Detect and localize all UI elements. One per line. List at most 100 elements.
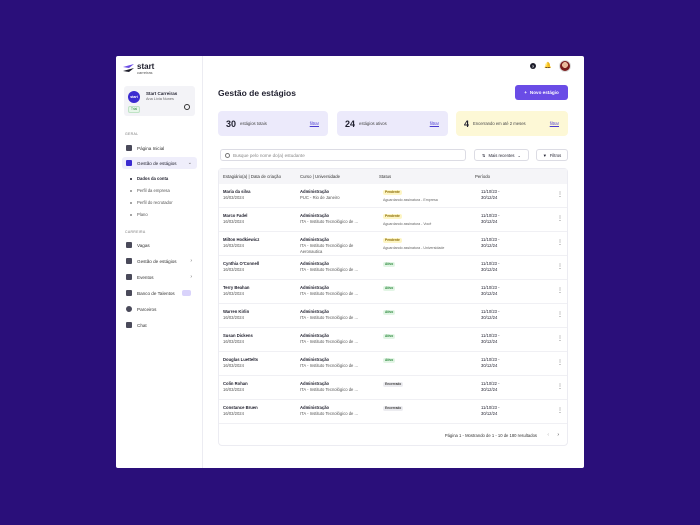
status-note: Aguardando assinatura - Empresa: [383, 198, 438, 202]
brand-logo[interactable]: start carreiras: [123, 63, 154, 75]
sort-dropdown[interactable]: ⇅ Mais recentes ⌄: [474, 149, 529, 161]
sidebar-item-jobs[interactable]: Vagas: [122, 239, 197, 251]
university-name: ITA - Instituto Tecnológico de ...: [300, 339, 359, 344]
table-row[interactable]: Milton Hodkiewicz 16/03/2024 Administração…: [219, 232, 567, 256]
more-options-icon[interactable]: ⋮: [557, 192, 563, 198]
company-name: Start Carreiras: [146, 91, 178, 96]
sidebar-item-events[interactable]: Eventos ›: [122, 271, 197, 283]
help-icon[interactable]: ?: [530, 63, 536, 69]
period-end: 30/12/24: [481, 243, 498, 248]
column-header: Estagiário(a) | Data de criação: [223, 174, 281, 179]
sidebar-item-partners[interactable]: Parceiros: [122, 303, 197, 315]
sidebar-item-label: Banco de Talentos: [137, 290, 175, 296]
period-cell: 11/10/22 -30/12/24: [481, 381, 500, 393]
bullet-icon: [130, 213, 132, 216]
university-name: ITA - Instituto Tecnológico de ...: [300, 363, 359, 368]
table-row[interactable]: Susan Dickens 16/03/2024 Administração ITA …: [219, 328, 567, 352]
more-options-icon[interactable]: ⋮: [557, 384, 563, 390]
period-end: 30/12/24: [481, 387, 498, 392]
course-cell: Administração ITA - Instituto Tecnológico…: [300, 261, 370, 273]
table-row[interactable]: Marco Fadel 16/03/2024 Administração ITA - …: [219, 208, 567, 232]
more-options-icon[interactable]: ⋮: [557, 288, 563, 294]
creation-date: 16/03/2024: [223, 243, 244, 248]
intern-cell: Colin Rohan 16/03/2024: [223, 381, 248, 393]
period-end: 30/12/24: [481, 363, 498, 368]
sidebar-item-label: Eventos: [137, 274, 154, 280]
search-input[interactable]: Busque pelo nome do(a) estudante: [220, 149, 466, 161]
period-cell: 11/10/23 -30/12/24: [481, 405, 500, 417]
filters-button[interactable]: ▼ Filtros: [536, 149, 568, 161]
table-row[interactable]: Cynthia O'Connell 16/03/2024 Administração…: [219, 256, 567, 280]
more-options-icon[interactable]: ⋮: [557, 216, 563, 222]
table-header: Estagiário(a) | Data de criação Curso | …: [219, 169, 567, 184]
table-row[interactable]: Maria da silva 16/03/2024 Administração PUC…: [219, 184, 567, 208]
sidebar-item-internship-management[interactable]: Gestão de estágios ›: [122, 255, 197, 267]
sidebar-subitem-account-data[interactable]: Dados da conta: [130, 176, 168, 181]
company-card[interactable]: start Start Carreiras Ana Lívia Nunes Tr…: [124, 86, 195, 116]
switch-account-icon[interactable]: [184, 104, 190, 110]
stat-filter-link[interactable]: filtrar: [430, 121, 439, 126]
intern-cell: Cynthia O'Connell 16/03/2024: [223, 261, 259, 273]
bullet-icon: [130, 177, 132, 180]
sidebar-item-talent-bank[interactable]: Banco de Talentos: [122, 287, 197, 299]
user-avatar[interactable]: [559, 60, 571, 72]
bell-icon[interactable]: 🔔: [544, 63, 551, 69]
stat-number: 30: [226, 118, 237, 129]
creation-date: 16/03/2024: [223, 363, 244, 368]
more-options-icon[interactable]: ⋮: [557, 264, 563, 270]
status-badge: Pendente: [383, 190, 402, 195]
premium-badge-icon: [182, 290, 191, 296]
course-cell: Administração ITA - Instituto Tecnológico…: [300, 309, 370, 321]
new-internship-label: Novo estágio: [529, 90, 559, 95]
university-name: ITA - Instituto Tecnológico de ...: [300, 219, 359, 224]
sidebar-subitem-recruiter-profile[interactable]: Perfil do recrutador: [130, 200, 173, 205]
table-row[interactable]: Colin Rohan 16/03/2024 Administração ITA - …: [219, 376, 567, 400]
more-options-icon[interactable]: ⋮: [557, 408, 563, 414]
chevron-right-icon[interactable]: ›: [557, 432, 559, 438]
period-cell: 11/10/23 -30/12/24: [481, 237, 500, 249]
sidebar-item-label: Gestão de estágios: [137, 258, 177, 264]
status-badge: Ativo: [383, 286, 396, 291]
period-cell: 11/10/23 -30/12/24: [481, 357, 500, 369]
period-cell: 11/10/23 -30/12/24: [481, 213, 500, 225]
sidebar-item-chat[interactable]: Chat: [122, 319, 197, 331]
sidebar-subitem-plan[interactable]: Plano: [130, 212, 148, 217]
table-row[interactable]: Douglas Luettelts 16/03/2024 Administração…: [219, 352, 567, 376]
home-icon: [126, 145, 132, 151]
sidebar-item-internships[interactable]: Gestão de estágios ⌄: [122, 157, 197, 169]
creation-date: 16/03/2024: [223, 411, 244, 416]
stat-card-ending: 4 Encerrando em até 2 meses filtrar: [456, 111, 568, 136]
sidebar-item-label: Chat: [137, 322, 147, 328]
table-row[interactable]: Warren Kirlin 16/03/2024 Administração ITA …: [219, 304, 567, 328]
status-cell: Ativo: [383, 333, 396, 339]
creation-date: 16/03/2024: [223, 315, 244, 320]
creation-date: 16/03/2024: [223, 219, 244, 224]
period-end: 30/12/24: [481, 219, 498, 224]
sidebar-subitem-label: Perfil do recrutador: [137, 200, 173, 205]
intern-cell: Terry Beahan 16/03/2024: [223, 285, 249, 297]
more-options-icon[interactable]: ⋮: [557, 336, 563, 342]
period-end: 30/12/24: [481, 195, 498, 200]
more-options-icon[interactable]: ⋮: [557, 312, 563, 318]
chevron-left-icon[interactable]: ‹: [547, 432, 549, 438]
table-row[interactable]: Constance Bruen 16/03/2024 Administração IT…: [219, 400, 567, 424]
period-cell: 11/10/23 -30/12/24: [481, 189, 500, 201]
chevron-down-icon: ⌄: [187, 160, 192, 166]
sidebar-item-label: Vagas: [137, 242, 150, 248]
period-end: 30/12/24: [481, 411, 498, 416]
sidebar-item-home[interactable]: Página Inicial: [122, 142, 197, 154]
document-icon: [126, 258, 132, 264]
new-internship-button[interactable]: + Novo estágio: [515, 85, 568, 100]
status-cell: Ativo: [383, 261, 396, 267]
more-options-icon[interactable]: ⋮: [557, 240, 563, 246]
table-row[interactable]: Terry Beahan 16/03/2024 Administração ITA -…: [219, 280, 567, 304]
university-name: ITA - Instituto Tecnológico de Aeronauti…: [300, 243, 354, 254]
status-badge: Ativo: [383, 310, 396, 315]
stat-label: Encerrando em até 2 meses: [473, 121, 526, 126]
stat-filter-link[interactable]: filtrar: [310, 121, 319, 126]
stat-filter-link[interactable]: filtrar: [550, 121, 559, 126]
intern-cell: Marco Fadel 16/03/2024: [223, 213, 247, 225]
sidebar-subitem-company-profile[interactable]: Perfil da empresa: [130, 188, 170, 193]
more-options-icon[interactable]: ⋮: [557, 360, 563, 366]
intern-cell: Milton Hodkiewicz 16/03/2024: [223, 237, 259, 249]
